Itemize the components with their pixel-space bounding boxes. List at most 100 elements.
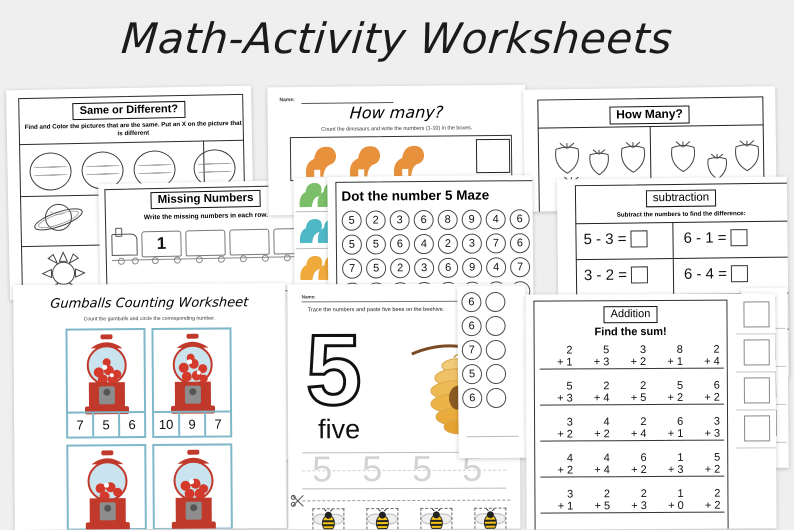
addend-top: 2 (640, 380, 647, 393)
maze-cell[interactable]: 6 (438, 257, 459, 278)
train-row: 1 5 (111, 224, 316, 265)
worksheet-maze-tail[interactable]: 6 6 7 5 6 (457, 285, 527, 459)
answer-box[interactable] (743, 301, 770, 328)
addend-bottom: + 1 (650, 355, 687, 370)
subtraction-problem: 3 - 2 = (584, 266, 649, 284)
maze-cell[interactable]: 4 (485, 209, 506, 230)
maze-cell[interactable]: 5 (341, 210, 362, 231)
addend-top: 6 (713, 379, 720, 392)
addition-problem: 5 + 3 (576, 344, 614, 370)
maze-cell[interactable]: 6 (462, 388, 483, 409)
addend-top: 5 (676, 379, 684, 392)
bee-cutout[interactable] (366, 508, 399, 530)
number-option[interactable]: 5 (92, 413, 119, 437)
maze-cell[interactable]: 5 (365, 234, 386, 255)
bee-cutout[interactable] (420, 507, 453, 530)
maze-cell[interactable]: 3 (414, 257, 435, 279)
maze-cell[interactable]: 6 (461, 292, 482, 313)
maze-cell[interactable]: 2 (437, 233, 458, 254)
addition-problem: 2 + 4 (613, 416, 651, 442)
addend-bottom: + 1 (540, 500, 578, 514)
answer-box[interactable] (630, 266, 649, 284)
addend-top: 4 (603, 452, 610, 465)
maze-cell[interactable]: 6 (461, 316, 482, 337)
worksheet-addition[interactable]: Addition Find the sum! 2 + 1 5 + 3 3 + 2 8 +… (525, 293, 777, 530)
addition-problem: 2 + 5 (577, 488, 615, 514)
answer-box[interactable] (743, 377, 770, 404)
addition-row: 2 + 1 5 + 3 3 + 2 8 + 1 2 + 4 (539, 344, 724, 370)
maze-cell[interactable]: 4 (413, 233, 434, 255)
subtraction-problem: 6 - 1 = (683, 229, 748, 247)
gumball-card[interactable] (152, 443, 233, 530)
subtraction-problem: 5 - 3 = (583, 230, 648, 248)
addition-problem: 5 + 3 (539, 380, 577, 406)
maze-cell[interactable]: 6 (389, 234, 410, 255)
maze-cell[interactable]: 6 (413, 209, 434, 231)
maze-cell[interactable]: 7 (342, 258, 363, 279)
addition-problem: 4 + 2 (540, 452, 578, 478)
number-option[interactable]: 9 (178, 412, 205, 436)
maze-cell[interactable]: 2 (390, 258, 411, 279)
gumball-card[interactable]: 10 9 7 (151, 327, 233, 438)
maze-cell[interactable]: 7 (461, 340, 482, 361)
number-option[interactable]: 10 (154, 413, 178, 436)
maze-cell[interactable] (485, 339, 506, 361)
answer-box[interactable] (730, 229, 748, 247)
addition-row: 5 + 3 2 + 4 2 + 5 5 + 2 6 + 2 (539, 379, 724, 406)
answer-box[interactable] (730, 265, 749, 283)
gumball-card[interactable] (66, 444, 147, 530)
maze-cell[interactable]: 4 (486, 257, 507, 278)
bee-cutout[interactable] (312, 508, 345, 530)
addend-bottom: + 4 (576, 392, 614, 406)
addend-top: 1 (677, 487, 684, 500)
gumball-card[interactable]: 7 5 6 (65, 328, 147, 439)
maze-cell[interactable]: 5 (461, 364, 483, 385)
maze-cell[interactable]: 9 (462, 257, 483, 278)
maze-cell[interactable] (485, 363, 507, 385)
addition-problem: 8 + 1 (650, 344, 687, 370)
addition-problem: 1 + 3 (650, 452, 688, 478)
addend-bottom: + 4 (577, 464, 614, 478)
train-car (185, 229, 226, 257)
maze-cell[interactable] (485, 291, 506, 313)
maze-cell[interactable]: 9 (461, 209, 482, 230)
maze-cell[interactable]: 2 (365, 210, 386, 231)
addition-problem: 6 + 1 (650, 416, 688, 442)
answer-box[interactable] (630, 230, 648, 248)
number-option[interactable]: 6 (118, 413, 145, 437)
train-car: 1 (141, 230, 182, 258)
maze-cell[interactable] (485, 315, 506, 337)
how-many-strawberries-title-row: How Many? (523, 104, 775, 125)
scissors-icon (290, 494, 304, 507)
addition-problem: 3 + 1 (540, 488, 578, 514)
addend-bottom: + 2 (650, 391, 688, 406)
maze-cell[interactable]: 6 (509, 209, 530, 230)
number-option[interactable]: 7 (204, 412, 231, 436)
maze-title: Dot the number 5 Maze (341, 187, 490, 204)
number-word: five (318, 414, 361, 445)
maze-cell[interactable] (486, 387, 507, 409)
bee-cutout[interactable] (474, 507, 507, 530)
answer-box[interactable] (475, 138, 511, 174)
gumballs-instructions: Count the gumballs and circle the corres… (83, 315, 216, 323)
addition-subtitle: Find the sum! (594, 325, 667, 339)
maze-cell[interactable]: 7 (510, 257, 531, 278)
addend-bottom: + 4 (613, 428, 651, 442)
addition-grid: 2 + 1 5 + 3 3 + 2 8 + 1 2 + 4 5 + 3 2 + 4 2 + 5 … (539, 344, 725, 525)
maze-cell[interactable]: 8 (437, 209, 458, 230)
addition-problem: 3 + 2 (613, 344, 651, 370)
maze-cell[interactable]: 5 (366, 258, 387, 279)
answer-box[interactable] (743, 339, 770, 366)
how-many-dinos-title: How many? (349, 102, 445, 123)
maze-cell[interactable]: 6 (509, 233, 530, 254)
number-option[interactable]: 7 (68, 413, 92, 436)
how-many-dinos-instructions: Count the dinosaurs and write the number… (321, 125, 473, 133)
answer-box[interactable] (744, 415, 771, 442)
worksheet-gumballs-counting[interactable]: Gumballs Counting Worksheet Count the gu… (13, 283, 287, 530)
addend-bottom: + 2 (576, 428, 614, 442)
addend-bottom: + 2 (540, 464, 578, 478)
maze-cell[interactable]: 7 (485, 233, 506, 254)
maze-cell[interactable]: 3 (389, 210, 410, 231)
maze-cell[interactable]: 3 (461, 233, 482, 254)
maze-cell[interactable]: 5 (341, 234, 362, 255)
